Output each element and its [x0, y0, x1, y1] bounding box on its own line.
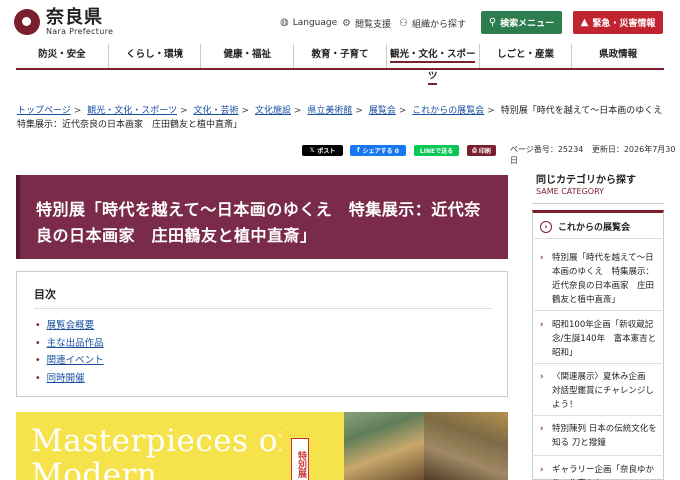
side-item[interactable]: 〈関連展示〉夏休み企画 対話型鑑賞にチャレンジしよう！ [540, 370, 660, 412]
facebook-icon: f [357, 147, 360, 154]
page-title-box: 特別展「時代を越えて〜日本画のゆくえ 特集展示：近代奈良の日本画家 庄田鶴友と植… [16, 175, 508, 259]
gnav-item-kenkou[interactable]: 健康・福祉 [200, 44, 293, 68]
x-post-button[interactable]: 𝕏 ポスト [302, 145, 343, 156]
side-item[interactable]: ギャラリー企画「奈良ゆかりの作家たち」 [540, 463, 660, 480]
toc-link-concurrent[interactable]: 同時開催 [47, 373, 85, 384]
page-meta: ページ番号：25234 更新日：2026年7月30日 [510, 144, 680, 166]
toc-item: 主な出品作品 [35, 335, 104, 353]
poster-title: Masterpieces of Modern [31, 423, 290, 480]
toc-heading: 目次 [34, 288, 56, 301]
emergency-button[interactable]: ▲ 緊急・災害情報 [573, 11, 663, 34]
line-send-button[interactable]: LINEで送る [414, 145, 459, 156]
emergency-label: 緊急・災害情報 [592, 19, 656, 29]
prefecture-emblem-icon [14, 9, 40, 35]
side-category-link[interactable]: › これからの展覧会 [540, 220, 630, 233]
breadcrumb-link[interactable]: 観光・文化・スポーツ [87, 106, 177, 116]
side-subheading: SAME CATEGORY [536, 187, 605, 196]
org-icon: ⚇ [399, 18, 408, 29]
toc-divider [34, 308, 491, 309]
breadcrumb-link[interactable]: 県立美術館 [307, 106, 352, 116]
globe-icon: ◍ [280, 17, 289, 28]
side-divider [532, 203, 664, 204]
side-item[interactable]: 昭和100年企画「新収蔵記念/生誕140年 富本憲吉と昭和」 [540, 318, 660, 360]
toc-item: 展覧会概要 [35, 317, 104, 335]
poster-label: 特別展 [291, 438, 309, 480]
reading-support-link[interactable]: ⚙ 閲覧支援 [342, 17, 391, 30]
table-of-contents: 目次 展覧会概要 主な出品作品 関連イベント 同時開催 [16, 271, 508, 397]
printer-icon: ⎙ [472, 146, 477, 154]
breadcrumb-link[interactable]: 文化・芸術 [194, 106, 239, 116]
painting-image [344, 412, 424, 480]
page-title: 特別展「時代を越えて〜日本画のゆくえ 特集展示：近代奈良の日本画家 庄田鶴友と植… [36, 200, 481, 245]
toc-link-works[interactable]: 主な出品作品 [47, 338, 104, 349]
gnav-item-kensei[interactable]: 県政情報 [571, 44, 664, 68]
logo-subtitle: Nara Prefecture [46, 27, 114, 36]
breadcrumb-link[interactable]: これからの展覧会 [412, 106, 484, 116]
print-button[interactable]: ⎙ 印刷 [467, 145, 496, 156]
gnav-item-kankou[interactable]: 観光・文化・スポーツ [385, 44, 479, 85]
breadcrumb-link[interactable]: 展覧会 [369, 106, 396, 116]
language-label: Language [292, 17, 338, 28]
gnav-item-bousai[interactable]: 防災・安全 [16, 44, 108, 68]
exhibition-poster: Masterpieces of Modern 特別展 [16, 412, 508, 480]
gnav-item-kurashi[interactable]: くらし・環境 [107, 44, 201, 68]
search-icon: ⚲ [488, 17, 497, 28]
site-logo[interactable]: 奈良県 Nara Prefecture [14, 8, 113, 36]
global-nav: 防災・安全 くらし・環境 健康・福祉 教育・子育て 観光・文化・スポーツ しごと… [16, 44, 664, 85]
page-number: ページ番号：25234 [510, 145, 584, 154]
org-search-label: 組織から探す [411, 20, 466, 30]
side-heading: 同じカテゴリから探す [536, 175, 636, 186]
toc-item: 関連イベント [35, 352, 104, 370]
language-link[interactable]: ◍ Language [280, 17, 337, 28]
side-item[interactable]: 特別展「時代を越えて〜日本画のゆくえ 特集展示：近代奈良の日本画家 庄田鶴友と植… [540, 251, 660, 307]
search-menu-button[interactable]: ⚲ 検索メニュー [481, 11, 562, 34]
toc-item: 同時開催 [35, 370, 104, 388]
warning-icon: ▲ [580, 17, 589, 28]
gear-icon: ⚙ [342, 18, 351, 29]
breadcrumb-link[interactable]: 文化施設 [255, 106, 291, 116]
side-item[interactable]: 特別陳列 日本の伝統文化を知る 刀と撥鐘 [540, 422, 660, 450]
breadcrumb: トップページ > 観光・文化・スポーツ > 文化・芸術 > 文化施設 > 県立美術館 > … [17, 106, 672, 130]
gnav-item-kyouiku[interactable]: 教育・子育て [293, 44, 386, 68]
toc-link-overview[interactable]: 展覧会概要 [47, 320, 95, 331]
x-logo-icon: 𝕏 [309, 147, 315, 154]
chevron-right-icon: › [540, 220, 552, 233]
painting-image [424, 412, 508, 480]
reading-support-label: 閲覧支援 [354, 20, 391, 30]
org-search-link[interactable]: ⚇ 組織から探す [399, 17, 466, 30]
facebook-share-button[interactable]: f シェアする 0 [350, 145, 406, 156]
search-menu-label: 検索メニュー [500, 19, 555, 29]
logo-title: 奈良県 [46, 7, 103, 28]
breadcrumb-link[interactable]: トップページ [17, 106, 71, 116]
toc-link-events[interactable]: 関連イベント [47, 355, 104, 366]
gnav-item-shigoto[interactable]: しごと・産業 [478, 44, 572, 68]
